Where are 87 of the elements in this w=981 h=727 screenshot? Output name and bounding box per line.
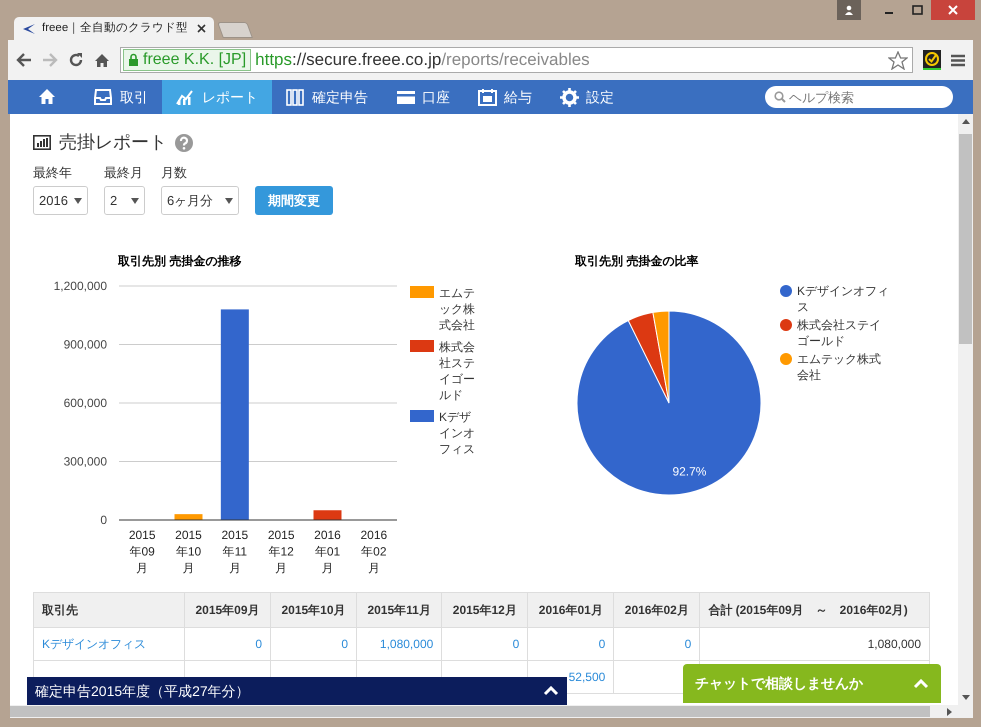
y-axis-label: 0	[100, 513, 107, 527]
help-search-field[interactable]: ヘルプ検索	[765, 86, 953, 108]
back-icon[interactable]	[16, 53, 32, 67]
help-icon[interactable]	[175, 134, 193, 152]
column-header: 2016年01月	[528, 592, 614, 628]
star-icon[interactable]	[888, 50, 908, 70]
x-axis-label: 2015年11月	[221, 528, 248, 575]
amount-link[interactable]: 52,500	[568, 670, 606, 684]
caret-icon	[225, 198, 233, 204]
select-field[interactable]: 2	[104, 186, 145, 215]
legend-label: Kデザインオフィス	[439, 409, 475, 457]
reload-icon[interactable]	[68, 52, 84, 68]
bar	[174, 514, 202, 520]
amount-link[interactable]: 0	[684, 637, 692, 651]
filter-label: 最終月	[104, 164, 144, 182]
inbox-tray-icon	[94, 88, 114, 106]
scroll-thumb[interactable]	[959, 134, 972, 344]
nav-tab[interactable]: 取引	[80, 80, 162, 114]
legend-label: エムテック株式会社	[797, 351, 882, 383]
report-title: 売掛レポート	[59, 131, 167, 154]
y-axis-label: 900,000	[64, 338, 107, 352]
legend-label: エムテック株式会社	[439, 285, 475, 333]
horizontal-scrollbar[interactable]	[10, 705, 973, 718]
legend-label: Kデザインオフィス	[797, 283, 889, 315]
extension-icon[interactable]	[923, 50, 941, 70]
select-field[interactable]: 6ヶ月分	[161, 186, 239, 215]
lock-icon	[128, 53, 139, 67]
amount-link[interactable]: 0	[598, 637, 606, 651]
address-bar[interactable]: freee K.K. [JP] https://secure.freee.co.jp/reports/receivables	[120, 47, 913, 73]
bar	[314, 510, 342, 520]
nav-tab[interactable]: 口座	[382, 80, 464, 114]
amount-link[interactable]: 0	[341, 637, 348, 651]
settings-icon	[560, 88, 580, 106]
caret-icon	[131, 198, 139, 204]
filter-label: 最終年	[33, 164, 73, 182]
column-header: 2016年02月	[614, 592, 700, 628]
column-header: 取引先	[34, 592, 184, 628]
y-axis-label: 600,000	[64, 396, 107, 410]
nav-tab[interactable]: 給与	[464, 80, 546, 114]
bar-chart-icon	[33, 135, 51, 150]
books-icon	[286, 88, 306, 106]
slice-value-label: 92.7%	[672, 464, 706, 478]
scroll-right-icon[interactable]	[947, 708, 953, 716]
nav-tab[interactable]: 設定	[546, 80, 628, 114]
scroll-down-icon[interactable]	[962, 695, 970, 701]
browser-tab[interactable]: freee｜全自動のクラウド型	[14, 17, 214, 40]
apply-period-button[interactable]: 期間変更	[255, 186, 333, 215]
bird-icon	[22, 22, 36, 34]
certificate-org: freee K.K. [JP]	[143, 50, 246, 70]
vertical-scrollbar[interactable]	[958, 114, 973, 705]
search-icon	[774, 91, 786, 103]
column-header: 2015年12月	[442, 592, 528, 628]
legend-label: 株式会社ステイゴールド	[439, 339, 475, 403]
x-axis-label: 2016年02月	[360, 528, 388, 575]
x-axis-label: 2016年01月	[314, 528, 341, 575]
tab-title: freee｜全自動のクラウド型	[42, 20, 190, 36]
scroll-thumb[interactable]	[10, 706, 930, 717]
user-icon[interactable]	[837, 0, 861, 20]
nav-tab[interactable]: 確定申告	[272, 80, 382, 114]
scroll-up-icon[interactable]	[962, 118, 970, 124]
select-field[interactable]: 2016	[33, 186, 88, 215]
filter-label: 月数	[161, 164, 188, 182]
x-axis-label: 2015年10月	[175, 528, 202, 575]
tax-return-bar[interactable]: 確定申告2015年度（平成27年分）	[27, 677, 567, 705]
menu-icon[interactable]	[951, 54, 965, 66]
chart-title: 取引先別 売掛金の比率	[575, 254, 698, 268]
x-axis-label: 2015年12月	[268, 528, 295, 575]
home-icon	[38, 88, 58, 106]
nav-tab[interactable]: レポート	[162, 80, 272, 114]
calendar-icon	[478, 88, 498, 106]
chart-title: 取引先別 売掛金の推移	[118, 254, 242, 268]
close-icon[interactable]	[197, 24, 206, 33]
table-cell: 1,080,000	[700, 628, 930, 660]
column-header: 2015年09月	[184, 592, 270, 628]
amount-link[interactable]: 0	[255, 637, 262, 651]
column-header: 2015年11月	[356, 592, 442, 628]
home-icon[interactable]	[94, 52, 110, 68]
y-axis-label: 1,200,000	[54, 279, 107, 293]
close-window-icon[interactable]	[931, 0, 975, 20]
caret-icon	[74, 198, 82, 204]
url-text: https://secure.freee.co.jp/reports/receivables	[255, 49, 590, 72]
column-header: 合計 (2015年09月 ～ 2016年02月)	[700, 592, 930, 628]
x-axis-label: 2015年09月	[128, 528, 156, 575]
y-axis-label: 300,000	[64, 454, 107, 468]
legend-label: 株式会社ステイゴールド	[797, 317, 882, 349]
amount-link[interactable]: 0	[512, 637, 520, 651]
column-header: 2015年10月	[270, 592, 356, 628]
